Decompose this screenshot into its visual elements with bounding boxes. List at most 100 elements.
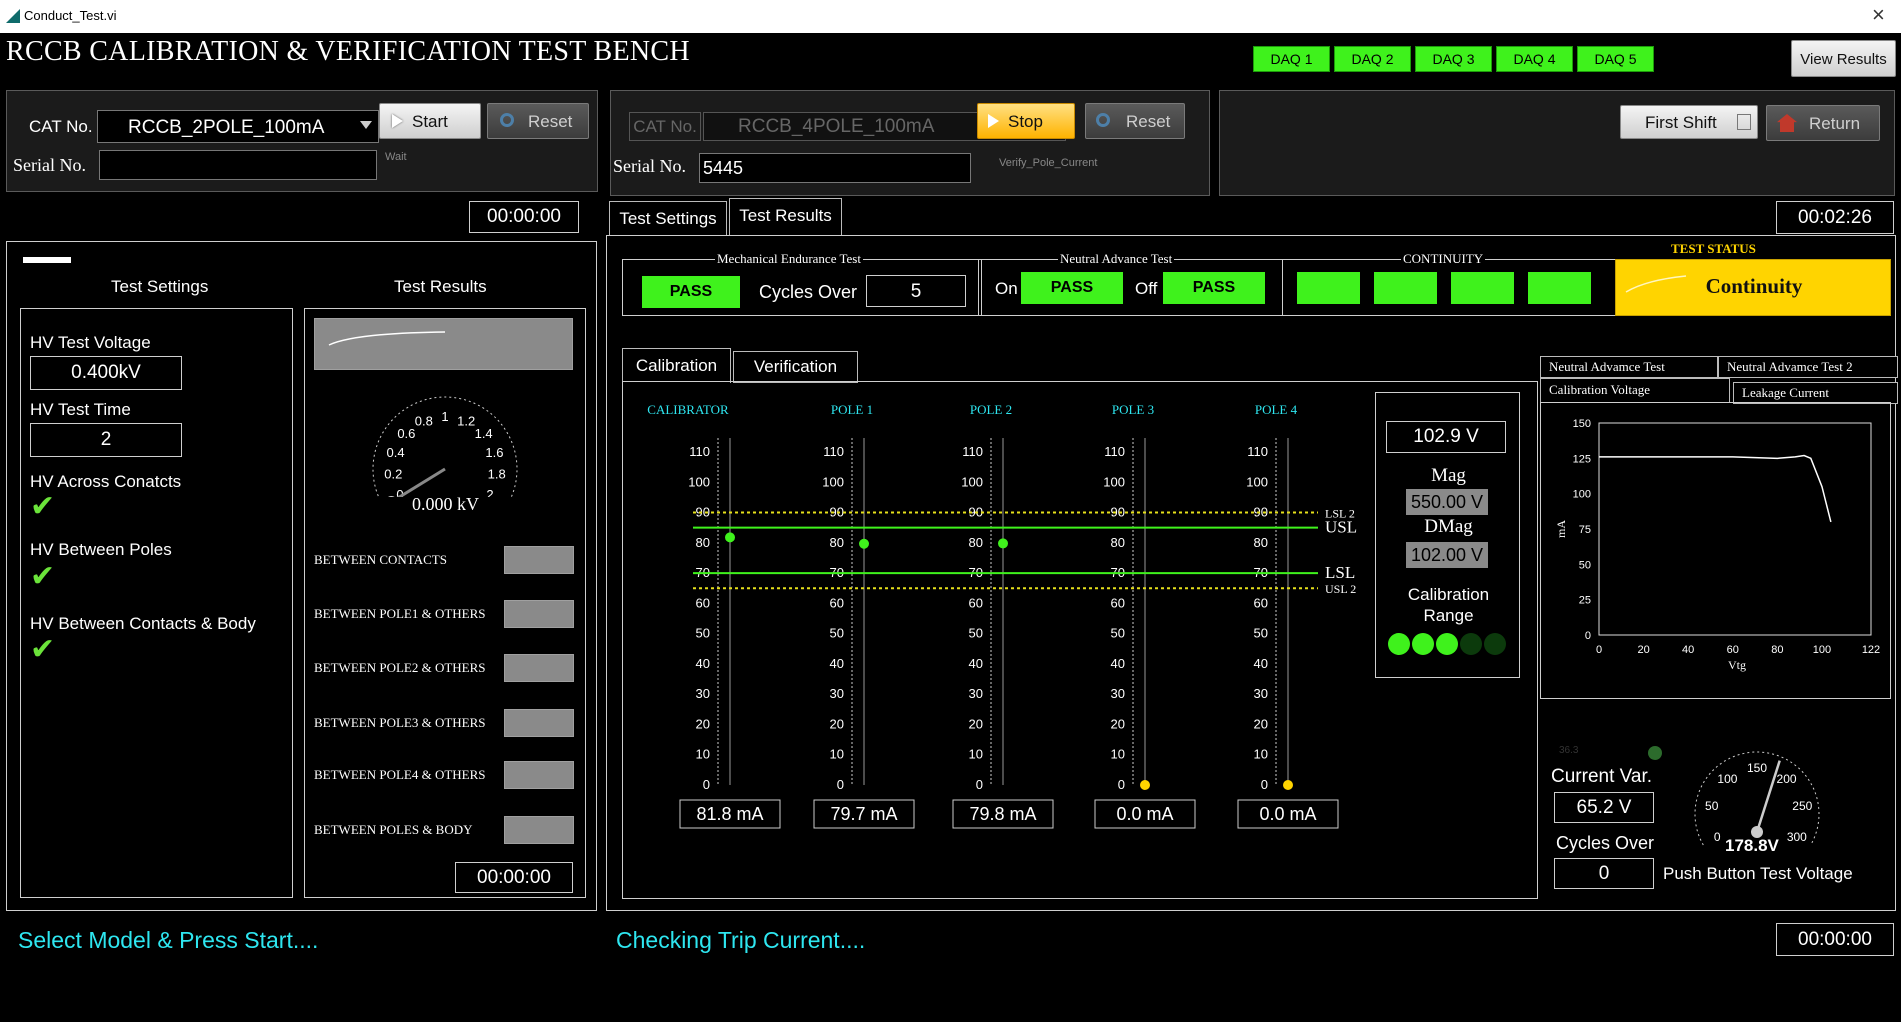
chart-y-label: mA: [1554, 520, 1568, 538]
tab-neutral-advance-test-2[interactable]: Neutral Advamce Test 2: [1718, 356, 1898, 378]
column-value-marker: [725, 532, 735, 543]
gauge-tick-label: 1: [441, 409, 448, 424]
view-results-button[interactable]: View Results: [1791, 40, 1896, 77]
mid-serial-no-input[interactable]: 5445: [699, 153, 971, 183]
gauge-tick-label: 200: [1777, 772, 1797, 786]
mech-endurance-box: Mechanical Endurance Test PASS Cycles Ov…: [622, 251, 982, 316]
close-window-button[interactable]: ×: [1872, 2, 1885, 28]
reset-button-left[interactable]: Reset: [487, 103, 589, 139]
stop-button[interactable]: Stop: [977, 103, 1075, 139]
daq-2-indicator: DAQ 2: [1334, 46, 1411, 72]
result-indicator-pole3: [504, 709, 574, 737]
column-tick-label: 100: [1103, 474, 1125, 489]
calibration-frame: CALIBRATOR 110 100 90 80 70 60 50 40 30 20 10 0 81.8 …: [622, 381, 1538, 899]
gauge-tick-label: 100: [1717, 772, 1737, 786]
hv-time-field[interactable]: 2: [30, 423, 182, 457]
chart-y-tick: 0: [1585, 630, 1591, 642]
column-tick-label: 100: [688, 474, 710, 489]
mid-cat-no-label: CAT No.: [629, 112, 701, 141]
gauge-tick-label: 1.4: [475, 426, 493, 441]
result-indicator-body: [504, 816, 574, 844]
column-reading: 79.7 mA: [830, 804, 897, 824]
column-tick-label: 0: [837, 777, 844, 792]
chart-x-tick: 60: [1727, 644, 1739, 656]
mid-status-small: Verify_Pole_Current: [999, 157, 1098, 169]
left-control-panel: CAT No. RCCB_2POLE_100mA Start Reset Ser…: [6, 90, 598, 192]
hv-sparkline: [328, 331, 446, 346]
hv-voltage-gauge: 00.20.40.60.8 1 1.21.41.61.82: [372, 396, 518, 497]
tab-test-settings[interactable]: Test Settings: [609, 201, 727, 236]
serial-no-label: Serial No.: [13, 155, 86, 175]
column-tick-label: 0: [1118, 777, 1125, 792]
hv-settings-frame: HV Test Voltage 0.400kV HV Test Time 2 H…: [20, 308, 293, 898]
current-var-value: 65.2 V: [1554, 792, 1654, 823]
gauge-tick-label: 2: [486, 487, 493, 497]
return-button[interactable]: Return: [1766, 105, 1880, 141]
status-message-left: Select Model & Press Start....: [18, 927, 319, 953]
column-tick-label: 10: [1111, 747, 1125, 762]
column-tick-label: 30: [969, 686, 983, 701]
continuity-indicator-1: [1297, 272, 1360, 304]
calibration-voltage-value: 102.9 V: [1386, 421, 1506, 453]
checkmark-icon: ✔: [30, 560, 56, 593]
play-icon: [988, 114, 999, 128]
cat-no-label: CAT No.: [29, 117, 93, 136]
column-tick-label: 40: [696, 656, 710, 671]
leakage-current-chart: 150 125 100 75 50 25 00 20 40 60 80 100 122 Vtg mA: [1554, 418, 1880, 672]
mid-cat-no-value: RCCB_4POLE_100mA: [738, 116, 935, 137]
chart-x-tick: 40: [1682, 644, 1694, 656]
chart-y-tick: 125: [1573, 453, 1591, 465]
hv-voltage-label: HV Test Voltage: [30, 333, 151, 352]
dmag-value: 102.00 V: [1406, 542, 1488, 568]
gauge-tick-label: 1.6: [485, 445, 503, 460]
result-label-pole2: BETWEEN POLE2 & OTHERS: [314, 660, 486, 675]
leakage-chart-frame: 150 125 100 75 50 25 0 0 20 40 60 80 100 122 Vtg mA: [1540, 402, 1891, 699]
chart-plot-area: [1598, 422, 1872, 636]
column-reading: 79.8 mA: [969, 804, 1036, 824]
range-led-4: [1460, 633, 1482, 655]
tab-calibration[interactable]: Calibration: [622, 348, 731, 383]
push-button-led: [1648, 746, 1662, 760]
push-button-voltage-gauge: 0 50 100 150 200 250 300: [1694, 751, 1820, 846]
column-tick-label: 50: [830, 626, 844, 641]
refresh-icon: [500, 113, 514, 127]
column-tick-label: 50: [696, 626, 710, 641]
column-tick-label: 10: [696, 747, 710, 762]
neutral-advance-box: Neutral Advance Test On PASS Off PASS: [978, 251, 1283, 316]
calibration-range-label-2: Range: [1423, 606, 1474, 625]
column-title: POLE 2: [970, 402, 1012, 417]
column-tick-label: 10: [830, 747, 844, 762]
result-indicator-pole2: [504, 654, 574, 682]
column-tick-label: 110: [1247, 444, 1268, 459]
column-tick-label: 10: [969, 747, 983, 762]
voltage-panel: 102.9 V Mag 550.00 V DMag 102.00 V Calib…: [1375, 392, 1520, 678]
reset-button-mid[interactable]: Reset: [1085, 103, 1185, 139]
usl-line-label: USL: [1325, 518, 1357, 537]
mech-endurance-title: Mechanical Endurance Test: [715, 251, 863, 267]
tab-calibration-voltage[interactable]: Calibration Voltage: [1540, 378, 1730, 402]
chart-x-tick: 122: [1862, 644, 1880, 656]
push-button-label: Push Button Test Voltage: [1663, 864, 1853, 883]
hv-results-frame: 0 0.2 0.4 0.6 0.8 1 1.2 1.4 1.6 1.8 2 0.000 kV BET…: [304, 308, 586, 898]
faint-value: 36.3: [1559, 745, 1579, 756]
tab-neutral-advance-test[interactable]: Neutral Advamce Test: [1540, 356, 1718, 378]
start-button[interactable]: Start: [379, 103, 481, 139]
column-tick-label: 50: [1254, 626, 1268, 641]
hv-voltage-field[interactable]: 0.400kV: [30, 356, 182, 390]
gauge-tick-label: 150: [1747, 761, 1767, 775]
range-led-3: [1436, 633, 1458, 655]
cat-no-select[interactable]: RCCB_2POLE_100mA: [97, 110, 379, 143]
bottom-timer: 00:00:00: [1776, 923, 1894, 956]
column-tick-label: 100: [1246, 474, 1268, 489]
serial-no-input[interactable]: [99, 150, 377, 180]
hv-contacts-body-label: HV Between Contacts & Body: [30, 614, 256, 633]
mech-status: PASS: [642, 276, 740, 308]
range-led-1: [1388, 633, 1410, 655]
chart-x-tick: 100: [1813, 644, 1831, 656]
hv-results-title: Test Results: [394, 277, 487, 296]
shift-select[interactable]: First Shift: [1620, 105, 1758, 139]
tab-verification[interactable]: Verification: [733, 351, 858, 383]
tab-leakage-current[interactable]: Leakage Current: [1733, 382, 1898, 404]
tab-test-results[interactable]: Test Results: [729, 198, 842, 236]
column-tick-label: 20: [969, 716, 983, 731]
